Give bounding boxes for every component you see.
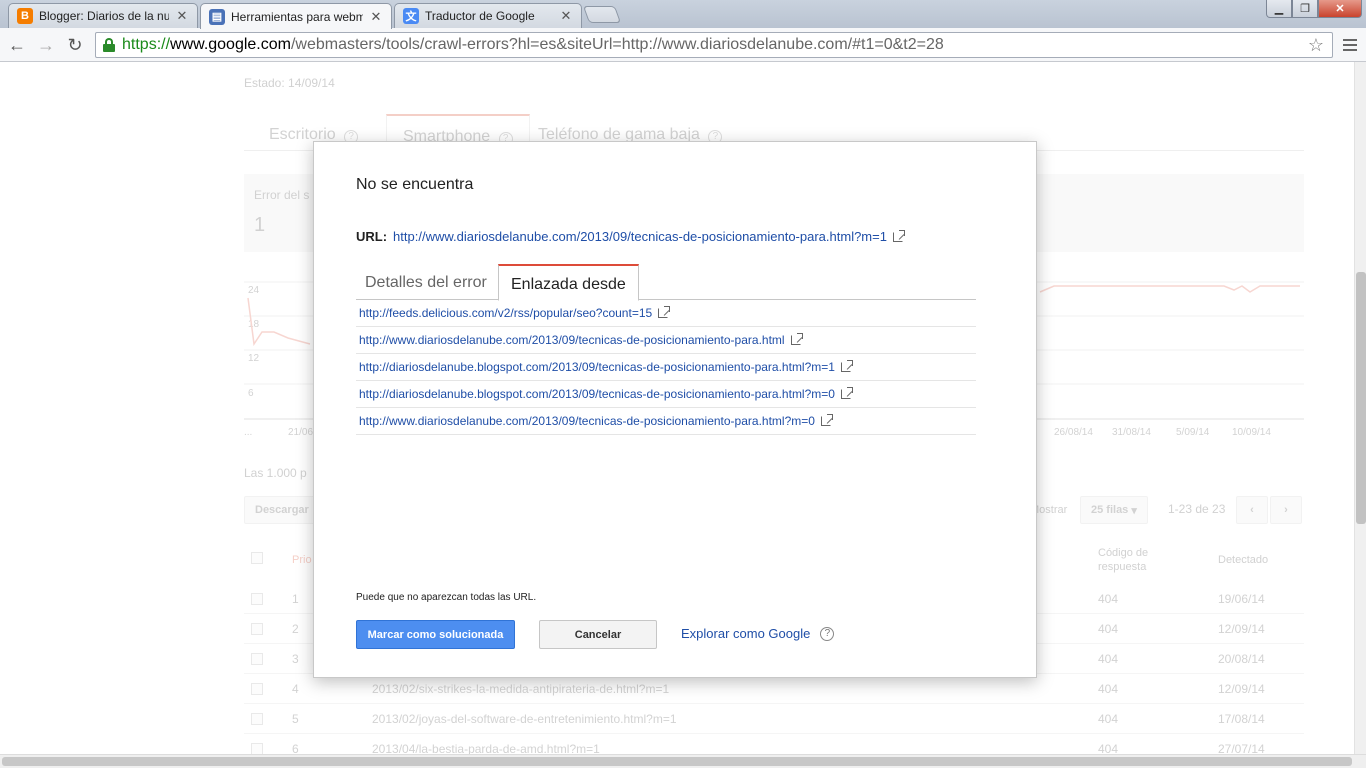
address-bar[interactable]: https://www.google.com/webmasters/tools/… bbox=[95, 32, 1333, 58]
minimize-icon[interactable]: ▁ bbox=[1266, 0, 1292, 18]
error-url-link[interactable]: http://www.diariosdelanube.com/2013/09/t… bbox=[393, 229, 887, 244]
window-close-icon[interactable]: ✕ bbox=[1318, 0, 1362, 18]
tab-title: Blogger: Diarios de la nube bbox=[39, 9, 169, 23]
fetch-as-google-row: Explorar como Google ? bbox=[681, 626, 835, 641]
linking-url[interactable]: http://diariosdelanube.blogspot.com/2013… bbox=[359, 360, 835, 374]
tab-title: Herramientas para webmasters bbox=[231, 9, 363, 24]
close-icon[interactable]: ✕ bbox=[369, 9, 383, 25]
chrome-menu-icon[interactable] bbox=[1340, 33, 1360, 57]
bookmark-star-icon[interactable]: ☆ bbox=[1308, 35, 1324, 56]
tab-title: Traductor de Google bbox=[425, 9, 535, 23]
dialog-tabs: Detalles del error Enlazada desde bbox=[356, 264, 976, 301]
back-arrow-icon[interactable]: ← bbox=[5, 33, 29, 57]
list-item: http://www.diariosdelanube.com/2013/09/t… bbox=[356, 408, 976, 435]
vertical-scrollbar[interactable] bbox=[1354, 62, 1366, 754]
window-controls: ▁ ❐ ✕ bbox=[1266, 0, 1362, 18]
reload-icon[interactable]: ↻ bbox=[63, 33, 87, 57]
external-link-icon[interactable] bbox=[892, 229, 905, 242]
close-icon[interactable]: ✕ bbox=[175, 8, 189, 24]
help-icon[interactable]: ? bbox=[820, 626, 835, 641]
error-details-dialog: No se encuentra URL: http://www.diariosd… bbox=[313, 141, 1037, 678]
new-tab-button[interactable] bbox=[582, 6, 622, 23]
urls-note: Puede que no aparezcan todas las URL. bbox=[356, 592, 537, 603]
browser-tab-translate[interactable]: 文 Traductor de Google ✕ bbox=[394, 3, 582, 28]
list-item: http://diariosdelanube.blogspot.com/2013… bbox=[356, 354, 976, 381]
linking-url[interactable]: http://www.diariosdelanube.com/2013/09/t… bbox=[359, 333, 785, 347]
url-label: URL: bbox=[356, 229, 388, 244]
url-scheme: https:// bbox=[122, 36, 171, 53]
browser-toolbar: ← → ↻ https://www.google.com/webmasters/… bbox=[0, 28, 1366, 62]
blogger-icon: B bbox=[17, 8, 33, 24]
tab-linked-from[interactable]: Enlazada desde bbox=[498, 264, 639, 301]
scrollbar-thumb[interactable] bbox=[1356, 272, 1366, 524]
lock-icon bbox=[102, 38, 116, 52]
close-icon[interactable]: ✕ bbox=[559, 8, 573, 24]
linking-url[interactable]: http://diariosdelanube.blogspot.com/2013… bbox=[359, 387, 835, 401]
url-host: www.google.com bbox=[170, 36, 291, 53]
fetch-as-google-link[interactable]: Explorar como Google bbox=[681, 626, 810, 641]
browser-titlebar: B Blogger: Diarios de la nube ✕ ▤ Herram… bbox=[0, 0, 1366, 29]
dialog-title: No se encuentra bbox=[356, 176, 474, 193]
linking-url[interactable]: http://feeds.delicious.com/v2/rss/popula… bbox=[359, 306, 652, 320]
url-path: /webmasters/tools/crawl-errors?hl=es&sit… bbox=[290, 36, 944, 53]
linking-url[interactable]: http://www.diariosdelanube.com/2013/09/t… bbox=[359, 414, 815, 428]
external-link-icon[interactable] bbox=[840, 387, 853, 399]
forward-arrow-icon[interactable]: → bbox=[34, 33, 58, 57]
external-link-icon[interactable] bbox=[790, 333, 803, 345]
browser-tab-webmaster-tools[interactable]: ▤ Herramientas para webmasters ✕ bbox=[200, 3, 392, 29]
browser-tab-blogger[interactable]: B Blogger: Diarios de la nube ✕ bbox=[8, 3, 198, 28]
cancel-button[interactable]: Cancelar bbox=[539, 620, 657, 649]
mark-fixed-button[interactable]: Marcar como solucionada bbox=[356, 620, 515, 649]
linked-from-list: http://feeds.delicious.com/v2/rss/popula… bbox=[356, 300, 976, 435]
list-item: http://diariosdelanube.blogspot.com/2013… bbox=[356, 381, 976, 408]
list-item: http://www.diariosdelanube.com/2013/09/t… bbox=[356, 327, 976, 354]
external-link-icon[interactable] bbox=[840, 360, 853, 372]
google-translate-icon: 文 bbox=[403, 8, 419, 24]
external-link-icon[interactable] bbox=[658, 306, 671, 318]
webmaster-tools-icon: ▤ bbox=[209, 8, 225, 25]
maximize-icon[interactable]: ❐ bbox=[1292, 0, 1318, 18]
list-item: http://feeds.delicious.com/v2/rss/popula… bbox=[356, 300, 976, 327]
error-url-row: URL: http://www.diariosdelanube.com/2013… bbox=[356, 229, 905, 244]
horizontal-scrollbar[interactable] bbox=[0, 754, 1366, 768]
external-link-icon[interactable] bbox=[820, 414, 833, 426]
tab-error-details[interactable]: Detalles del error bbox=[356, 264, 496, 300]
scrollbar-thumb[interactable] bbox=[2, 757, 1352, 766]
